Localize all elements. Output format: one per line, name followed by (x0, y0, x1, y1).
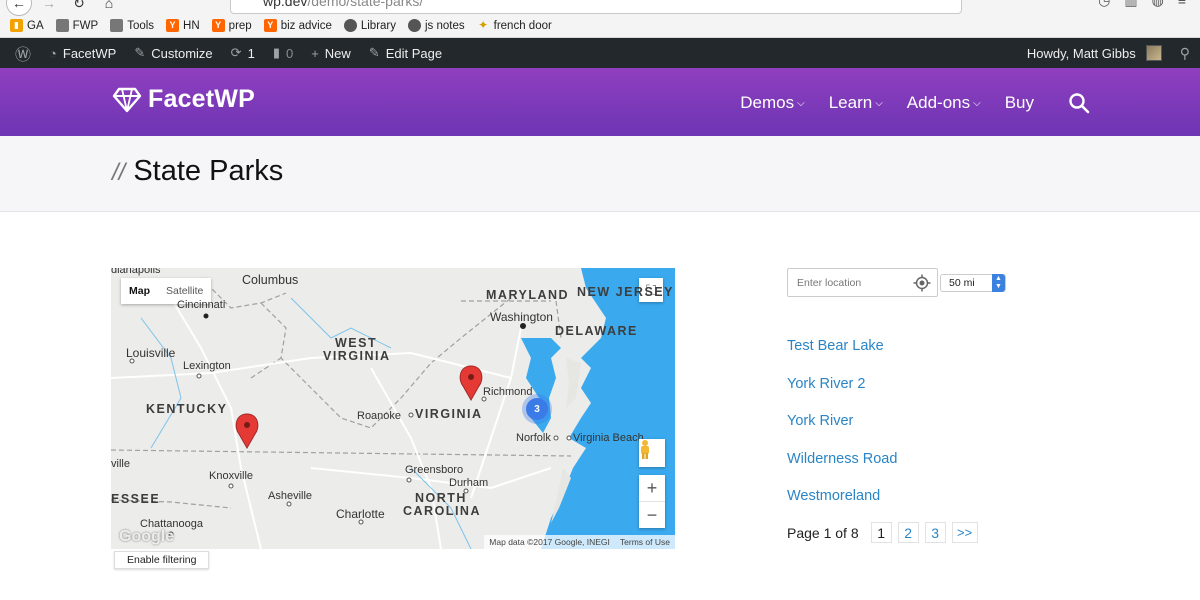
globe-icon (343, 19, 357, 32)
url-bar[interactable]: wp.dev/demo/state-parks/ (230, 0, 962, 14)
bookmark-hn[interactable]: Y HN (166, 19, 200, 32)
nav-add-ons[interactable]: Add-ons ⌵ (907, 93, 981, 113)
nav-buy[interactable]: Buy (1005, 93, 1034, 113)
star-icon: ✦ (478, 18, 489, 32)
nav-learn[interactable]: Learn ⌵ (829, 93, 883, 113)
dashboard-icon: ◔ (49, 45, 57, 61)
y-icon: Y (166, 19, 180, 32)
pencil-icon: ✎ (368, 45, 380, 60)
site-header: FacetWP Demos ⌵ Learn ⌵ Add-ons ⌵ Buy (0, 68, 1200, 136)
updates-link[interactable]: ⟳ 1 (222, 38, 264, 68)
locate-me-icon[interactable] (913, 274, 931, 292)
analytics-icon: ▮ (10, 19, 23, 32)
chevron-down-icon: ⌵ (973, 98, 981, 109)
result-link[interactable]: York River (787, 413, 897, 451)
history-icon[interactable]: ◷ (1098, 0, 1110, 9)
customize-link[interactable]: ✎ Customize (125, 38, 221, 68)
url-host: wp.dev (263, 0, 308, 9)
result-link[interactable]: Test Bear Lake (787, 338, 897, 376)
forward-icon[interactable]: → (36, 0, 62, 16)
bookmark-library[interactable]: Library (343, 19, 396, 32)
url-path: /demo/state-parks/ (307, 0, 424, 9)
pager-page-2[interactable]: 2 (897, 522, 919, 543)
diamond-logo-icon (112, 87, 142, 112)
pegman-icon[interactable] (639, 439, 665, 467)
location-input[interactable]: Enter location (787, 268, 938, 297)
bookmark-french-door[interactable]: ✦ french door (477, 19, 552, 32)
site-name-link[interactable]: ◔ FacetWP (40, 38, 125, 68)
reload-icon[interactable]: ↻ (66, 0, 92, 16)
edit-page-link[interactable]: ✎ Edit Page (360, 38, 451, 68)
comments-link[interactable]: ▮ 0 (264, 38, 302, 68)
map-cluster[interactable]: 3 (526, 398, 548, 420)
pager-page-3[interactable]: 3 (924, 522, 946, 543)
browser-chrome: ← → ↻ ⌂ wp.dev/demo/state-parks/ ◷ ▥ ◍ ≡… (0, 0, 1200, 38)
y-icon: Y (211, 19, 225, 32)
bookmark-prep[interactable]: Yprep (211, 19, 252, 32)
zoom-out-button[interactable]: − (639, 502, 665, 528)
pager-page-1[interactable]: 1 (870, 522, 892, 543)
bookmark-fwp[interactable]: FWP (55, 19, 98, 32)
pager: Page 1 of 8 1 2 3 >> (787, 522, 978, 543)
zoom-in-button[interactable]: + (639, 475, 665, 501)
page-title: //State Parks (112, 155, 284, 187)
plus-icon: + (311, 45, 319, 61)
result-link[interactable]: Wilderness Road (787, 451, 897, 489)
map-type-map[interactable]: Map (121, 278, 158, 304)
comment-icon: ▮ (272, 45, 280, 60)
result-link[interactable]: York River 2 (787, 376, 897, 414)
search-icon[interactable] (1068, 92, 1090, 114)
main-nav: Demos ⌵ Learn ⌵ Add-ons ⌵ Buy (740, 92, 1090, 114)
map[interactable]: Map Satellite ⛶ dianapolis Columbus Cinc… (111, 268, 675, 549)
site-logo[interactable]: FacetWP (112, 85, 255, 114)
map-attribution: Map data ©2017 Google, INEGI Terms of Us… (484, 535, 675, 549)
bookmark-ga[interactable]: ▮ GA (10, 19, 44, 32)
library-icon[interactable]: ▥ (1124, 0, 1137, 9)
bookmarks-bar: ▮ GA FWP Tools Y HN Yprep Ybiz advice Libr… (10, 19, 552, 32)
back-icon[interactable]: ← (6, 0, 32, 16)
folder-icon (110, 19, 124, 32)
bookmark-js-notes[interactable]: js notes (408, 19, 465, 32)
results-list: Test Bear Lake York River 2 York River W… (787, 338, 897, 526)
avatar[interactable] (1145, 45, 1162, 61)
globe-icon (408, 19, 421, 32)
radius-select[interactable]: 50 mi ▲ ▼ (940, 274, 1006, 292)
select-arrows-icon: ▲ ▼ (992, 274, 1005, 292)
new-content-link[interactable]: + New (302, 38, 360, 68)
menu-icon[interactable]: ≡ (1178, 0, 1186, 9)
chevron-down-icon: ⌵ (797, 98, 805, 109)
wordpress-logo-icon[interactable]: Ⓦ (6, 38, 40, 68)
zoom-control: + − (639, 475, 665, 528)
nav-demos[interactable]: Demos ⌵ (740, 93, 804, 113)
search-icon[interactable]: ⚲ (1180, 45, 1190, 62)
folder-icon (55, 19, 69, 32)
extension-icon[interactable]: ◍ (1152, 0, 1164, 9)
bookmark-biz-advice[interactable]: Ybiz advice (263, 19, 332, 32)
wp-admin-bar: Ⓦ ◔ FacetWP ✎ Customize ⟳ 1 ▮ 0 + New ✎ Edit P… (0, 38, 1200, 68)
y-icon: Y (263, 19, 277, 32)
title-band: //State Parks (0, 136, 1200, 212)
enable-filtering-button[interactable]: Enable filtering (114, 551, 210, 569)
google-logo: Google (119, 528, 175, 545)
updates-icon: ⟳ (230, 45, 242, 60)
terms-link[interactable]: Terms of Use (620, 537, 670, 547)
howdy-link[interactable]: Howdy, Matt Gibbs (1027, 46, 1136, 61)
pager-label: Page 1 of 8 (787, 524, 859, 541)
brush-icon: ✎ (134, 45, 146, 60)
pager-next-button[interactable]: >> (951, 522, 978, 543)
result-link[interactable]: Westmoreland (787, 488, 897, 526)
home-icon[interactable]: ⌂ (96, 0, 122, 16)
bookmark-tools[interactable]: Tools (110, 19, 154, 32)
chevron-down-icon: ⌵ (875, 98, 883, 109)
